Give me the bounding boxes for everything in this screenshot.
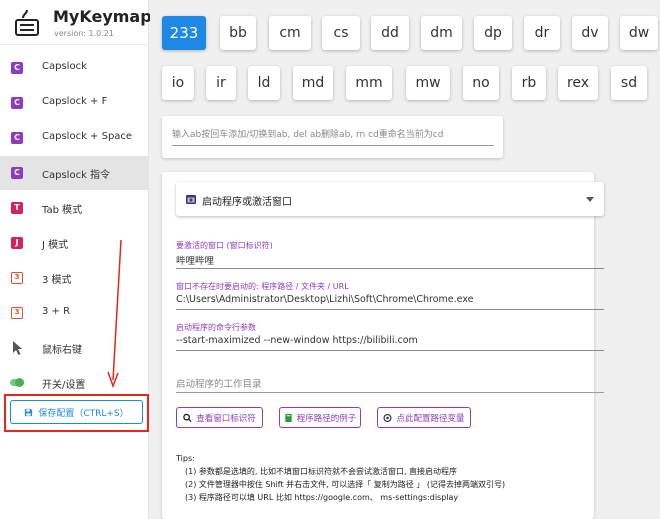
config-path-variables-button[interactable]: 点此配置路径变量	[377, 407, 471, 428]
field-label: 启动程序的命令行参数	[176, 323, 256, 332]
book-icon	[285, 413, 292, 422]
sidebar-item-3-r[interactable]: 3 3 + R	[0, 296, 149, 330]
save-highlight-box: 保存配置（CTRL+S）	[4, 394, 149, 432]
save-button[interactable]: 保存配置（CTRL+S）	[10, 400, 143, 424]
field-value: C:\Users\Administrator\Desktop\Lizhi\Sof…	[176, 294, 474, 305]
key-chip[interactable]: rb	[512, 66, 546, 100]
magnifier-icon	[183, 413, 192, 422]
sidebar-item-label: 开关/设置	[42, 380, 86, 391]
field-underline	[176, 350, 604, 351]
capslock-badge-icon: C	[11, 97, 23, 109]
app-title: MyKeymap	[53, 7, 152, 26]
tab-badge-icon: T	[11, 202, 23, 214]
sidebar-item-j-mode[interactable]: J J 模式	[0, 226, 149, 260]
gear-icon	[383, 413, 392, 422]
window-icon	[186, 195, 196, 204]
action-type-value: 启动程序或激活窗口	[202, 197, 292, 208]
view-window-id-button[interactable]: 查看窗口标识符	[176, 407, 263, 428]
sidebar-item-label: Tab 模式	[42, 205, 83, 216]
capslock-badge-icon: C	[11, 62, 23, 74]
three-badge-icon: 3	[11, 272, 23, 284]
field-label: 窗口不存在时要启动的: 程序路径 / 文件夹 / URL	[176, 282, 349, 291]
j-badge-icon: J	[11, 237, 23, 249]
key-chip[interactable]: mm	[346, 66, 392, 100]
sidebar-item-mouse-right[interactable]: 鼠标右键	[0, 331, 149, 365]
path-examples-button[interactable]: 程序路径的例子	[279, 407, 361, 428]
tip-item: (2) 文件管理器中按住 Shift 并右击文件, 可以选择「 复制为路径 」 …	[185, 480, 506, 489]
capslock-badge-icon: C	[11, 167, 23, 179]
field-value: 哔哩哔哩	[176, 256, 215, 267]
button-label: 查看窗口标识符	[196, 413, 256, 424]
toggle-icon	[10, 378, 24, 387]
command-input[interactable]: 输入ab按回车添加/切换到ab, del ab删除ab, rn cd重命名当前为…	[172, 127, 443, 140]
key-chip[interactable]: ld	[248, 66, 280, 100]
sidebar-item-label: J 模式	[42, 240, 69, 251]
sidebar-item-label: Capslock	[42, 61, 87, 72]
key-chip[interactable]: 233	[162, 16, 206, 50]
key-chip[interactable]: rex	[558, 66, 598, 100]
tip-item: (3) 程序路径可以填 URL 比如 https://google.com、 m…	[185, 493, 459, 502]
command-input-card: 输入ab按回车添加/切换到ab, del ab删除ab, rn cd重命名当前为…	[162, 116, 503, 158]
key-chip[interactable]: dw	[620, 16, 658, 50]
sidebar-item-tab-mode[interactable]: T Tab 模式	[0, 191, 149, 225]
field-value: --start-maximized --new-window https://b…	[176, 335, 418, 346]
floppy-disk-icon	[25, 408, 33, 416]
sidebar-item-capslock[interactable]: C Capslock	[0, 51, 149, 85]
key-chip[interactable]: no	[463, 66, 499, 100]
tips-section: Tips: (1) 参数都是选填的, 比如不填窗口标识符就不会尝试激活窗口, 直…	[176, 452, 596, 504]
sidebar-item-capslock-f[interactable]: C Capslock + F	[0, 86, 149, 120]
sidebar-item-label: 3 + R	[42, 306, 71, 317]
key-chip[interactable]: dv	[572, 16, 608, 50]
button-label: 点此配置路径变量	[396, 413, 465, 424]
sidebar: MyKeymap version: 1.0.21 C Capslock C Ca…	[0, 0, 152, 519]
field-label: 要激活的窗口 (窗口标识符)	[176, 241, 273, 250]
three-badge-icon: 3	[11, 307, 23, 319]
action-type-select[interactable]: 启动程序或激活窗口	[176, 182, 604, 216]
key-chip[interactable]: dm	[421, 16, 462, 50]
sidebar-item-label: Capslock 指令	[42, 170, 111, 181]
sidebar-item-capslock-space[interactable]: C Capslock + Space	[0, 121, 149, 155]
key-chip[interactable]: dp	[474, 16, 512, 50]
sidebar-item-label: Capslock + F	[42, 96, 108, 107]
field-underline	[176, 392, 604, 393]
key-chip[interactable]: sd	[611, 66, 647, 100]
main-content: 233 bb cm cs dd dm dp dr dv dw io ir ld …	[150, 0, 660, 519]
divider	[0, 44, 149, 45]
key-chip[interactable]: bb	[220, 16, 256, 50]
sidebar-item-label: Capslock + Space	[42, 131, 133, 142]
brand: MyKeymap version: 1.0.21	[0, 0, 152, 44]
working-directory-placeholder: 启动程序的工作目录	[176, 379, 262, 390]
key-chip[interactable]: mw	[406, 66, 450, 100]
sidebar-item-label: 3 模式	[42, 275, 72, 286]
field-underline	[176, 309, 604, 310]
key-chip[interactable]: dr	[524, 16, 560, 50]
sidebar-item-label: 鼠标右键	[42, 345, 82, 356]
key-chip[interactable]: cs	[322, 16, 360, 50]
key-chip[interactable]: cm	[269, 16, 311, 50]
chevron-down-icon	[586, 197, 594, 202]
key-chip[interactable]: dd	[371, 16, 409, 50]
keyboard-logo-icon	[15, 9, 39, 36]
key-chip[interactable]: md	[293, 66, 333, 100]
button-label: 程序路径的例子	[296, 413, 357, 424]
sidebar-item-3-mode[interactable]: 3 3 模式	[0, 261, 149, 295]
tip-item: (1) 参数都是选填的, 比如不填窗口标识符就不会尝试激活窗口, 直接启动程序	[185, 467, 458, 476]
tips-heading: Tips:	[176, 454, 195, 463]
mouse-cursor-icon	[13, 341, 22, 355]
input-underline	[172, 145, 494, 146]
sidebar-item-capslock-command[interactable]: C Capslock 指令	[0, 156, 149, 190]
key-chip[interactable]: ir	[206, 66, 236, 100]
app-version: version: 1.0.21	[54, 29, 114, 38]
capslock-badge-icon: C	[11, 132, 23, 144]
key-chip[interactable]: io	[162, 66, 194, 100]
field-underline	[176, 268, 604, 269]
save-button-label: 保存配置（CTRL+S）	[38, 408, 129, 419]
action-form-card: 启动程序或激活窗口 要激活的窗口 (窗口标识符) 哔哩哔哩 窗口不存在时要启动的…	[162, 172, 604, 519]
